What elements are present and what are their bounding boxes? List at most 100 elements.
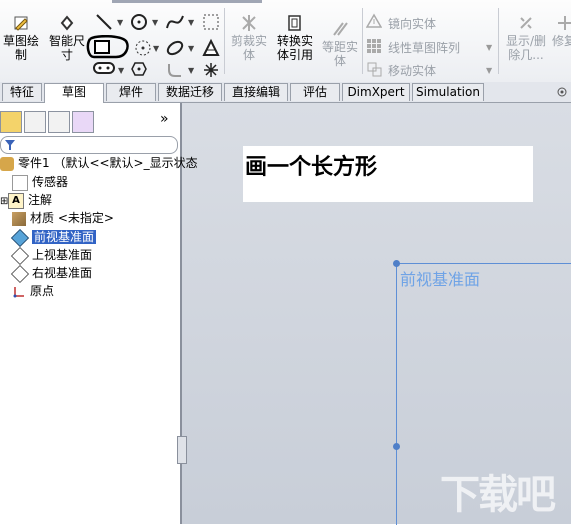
tree-item-label: 注解 [28,193,53,207]
tab-features[interactable]: 特征 [2,83,42,101]
target-icon[interactable] [556,86,568,98]
offset-entities-button[interactable]: 等距实体 [320,20,360,68]
tree-item-annotations[interactable]: ⊞ A 注解 [0,192,52,209]
mirror-label[interactable]: 镜向实体 [388,15,436,32]
polygon-icon[interactable] [133,38,153,58]
tree-item-right-plane[interactable]: 右视基准面 [10,264,93,283]
ribbon-separator [498,8,499,74]
tab-evaluate[interactable]: 评估 [290,83,340,101]
property-manager-tab-icon[interactable] [24,111,46,133]
display-delete-relations-button[interactable]: 显示/删除几... [502,14,550,62]
tree-filter[interactable] [0,136,178,154]
move-icon [367,62,382,77]
line-dropdown-icon[interactable]: ▼ [117,18,123,27]
convert-label: 转换实体引用 [276,34,313,62]
tree-item-label: 材质 <未指定> [30,211,114,225]
repair-sketch-button[interactable]: 修复草 [552,14,571,48]
annotation-icon: A [8,192,24,209]
command-tabs: 特征 草图 焊件 数据迁移 直接编辑 评估 DimXpert Simulatio… [0,82,571,103]
smart-dimension-button[interactable]: 智能尺寸 [44,14,90,62]
sensor-icon [12,174,28,191]
polygon-dropdown-icon[interactable]: ▼ [153,44,159,53]
tree-item-material[interactable]: 材质 <未指定> [12,210,114,227]
circle-icon[interactable] [129,12,149,32]
trim-label: 剪裁实体 [231,34,268,62]
repair-icon [558,16,571,30]
tree-item-label: 原点 [30,284,55,298]
move-label[interactable]: 移动实体 [388,62,436,79]
repair-label: 修复草 [552,34,571,48]
rectangle-highlighted-icon[interactable] [86,35,130,59]
display-delete-label: 显示/删除几... [505,34,547,62]
tab-sketch[interactable]: 草图 [44,83,104,103]
plane-label: 前视基准面 [400,270,481,289]
fillet-dropdown-icon[interactable]: ▼ [188,66,194,75]
linear-pattern-dropdown-icon[interactable]: ▼ [486,43,492,52]
ribbon-separator [362,8,363,74]
panel-collapse-handle[interactable] [177,436,187,464]
plane-icon [10,228,30,247]
plane-corner-handle[interactable] [393,260,400,267]
spline-dropdown-icon[interactable]: ▼ [188,18,194,27]
filter-icon [5,140,15,150]
tree-item-top-plane[interactable]: 上视基准面 [10,246,93,265]
convert-entities-button[interactable]: 转换实体引用 [272,14,318,62]
watermark-logo: 下载吧 [440,472,556,518]
tree-item-label: 上视基准面 [32,248,93,262]
material-icon [12,211,26,226]
construction-box-icon[interactable] [201,12,221,32]
ellipse-icon[interactable] [165,38,185,58]
trim-button[interactable]: 剪裁实体 [228,14,270,62]
move-dropdown-icon[interactable]: ▼ [486,66,492,75]
tab-direct-editing[interactable]: 直接编辑 [224,83,288,101]
tab-dimxpert[interactable]: DimXpert [342,83,410,101]
plane-icon [10,246,30,265]
tree-root[interactable]: 零件1 （默认<<默认>_显示状态 [0,155,198,172]
panel-expand-icon[interactable]: » [160,111,169,127]
line-icon[interactable] [94,12,114,32]
ribbon-separator [224,8,225,74]
point-polygon-icon[interactable] [130,60,148,78]
fillet-icon[interactable] [165,60,185,80]
sketch-label: 草图绘制 [2,34,39,62]
trim-icon [242,15,256,31]
offset-icon [333,22,348,36]
point-icon[interactable] [201,60,221,80]
configuration-tab-icon[interactable] [48,111,70,133]
sketch-button[interactable]: 草图绘制 [0,14,42,62]
mirror-icon [366,13,382,28]
feature-tree-tab-icon[interactable] [0,111,22,133]
plane-edge-handle[interactable] [393,443,400,450]
dimension-icon [60,15,74,31]
tree-item-front-plane[interactable]: 前视基准面 [10,228,97,247]
instruction-callout: 画一个长方形 [243,146,533,202]
dimxpert-tab-icon[interactable] [72,111,94,133]
command-ribbon: 草图绘制 智能尺寸 ▼ ▼ ▼ ▼ ▼ ▼ ▼ 剪裁实体 转换实体引用 等距实体… [0,0,571,83]
tree-item-sensors[interactable]: 传感器 [12,174,68,191]
origin-icon [13,286,24,297]
offset-label: 等距实体 [322,40,359,68]
slot-dropdown-icon[interactable]: ▼ [118,66,124,75]
tree-item-label: 前视基准面 [32,230,97,244]
pencil-icon [14,16,28,31]
tab-simulation[interactable]: Simulation [412,83,484,101]
feature-manager-panel: » 零件1 （默认<<默认>_显示状态 传感器 ⊞ A 注解 材质 <未指定> 前视… [0,103,198,524]
linear-pattern-icon [367,39,381,53]
smart-dimension-label: 智能尺寸 [48,34,85,62]
text-icon[interactable] [201,38,221,58]
spline-icon[interactable] [165,12,185,32]
linear-pattern-label[interactable]: 线性草图阵列 [388,39,460,56]
expand-icon[interactable]: ⊞ [0,193,8,210]
tab-data-migration[interactable]: 数据迁移 [158,83,222,101]
tree-item-label: 传感器 [32,175,69,189]
tab-weldments[interactable]: 焊件 [106,83,156,101]
ellipse-dropdown-icon[interactable]: ▼ [188,44,194,53]
plane-icon [10,264,30,283]
ribbon-top-line [112,0,262,3]
tree-item-label: 右视基准面 [32,266,93,280]
convert-icon [288,15,301,31]
slot-icon[interactable] [92,60,118,76]
tree-root-label: 零件1 （默认<<默认>_显示状态 [18,156,198,170]
tree-item-origin[interactable]: 原点 [12,283,54,300]
circle-dropdown-icon[interactable]: ▼ [152,18,158,27]
